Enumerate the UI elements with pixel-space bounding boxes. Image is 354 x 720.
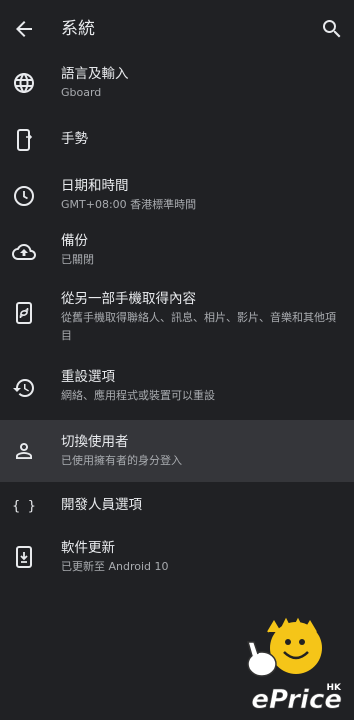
svg-text:ePrice: ePrice: [251, 685, 342, 712]
setting-label: 開發人員選項: [61, 497, 142, 513]
setting-date-time[interactable]: 日期和時間 GMT+08:00 香港標準時間: [0, 166, 354, 222]
setting-text: 重設選項 網絡、應用程式或裝置可以重設: [61, 368, 338, 405]
setting-summary: 從舊手機取得聯絡人、訊息、相片、影片、音樂和其他項目: [61, 311, 336, 342]
setting-label: 重設選項: [61, 369, 115, 385]
setting-text: 從另一部手機取得內容 從舊手機取得聯絡人、訊息、相片、影片、音樂和其他項目: [61, 290, 338, 345]
clock-icon: [12, 184, 36, 208]
setting-text: 開發人員選項: [61, 496, 338, 515]
setting-text: 手勢: [61, 130, 338, 149]
setting-copy-from-phone[interactable]: 從另一部手機取得內容 從舊手機取得聯絡人、訊息、相片、影片、音樂和其他項目: [0, 278, 354, 358]
setting-label: 備份: [61, 233, 88, 249]
setting-summary: 網絡、應用程式或裝置可以重設: [61, 389, 215, 402]
settings-list: 語言及輸入 Gboard 手勢 日期和時間 GMT+08:00 香港標準時間 備…: [0, 52, 354, 588]
person-icon: [12, 439, 36, 463]
setting-text: 軟件更新 已更新至 Android 10: [61, 539, 338, 576]
setting-label: 日期和時間: [61, 178, 129, 194]
setting-text: 切換使用者 已使用擁有者的身分登入: [61, 433, 338, 470]
globe-icon: [12, 71, 36, 95]
arrow-back-icon[interactable]: [12, 17, 36, 41]
setting-summary: 已關閉: [61, 253, 94, 266]
setting-label: 切換使用者: [61, 434, 129, 450]
setting-text: 日期和時間 GMT+08:00 香港標準時間: [61, 177, 338, 214]
app-bar: 系統: [0, 0, 354, 58]
code-braces-icon: { }: [12, 493, 36, 517]
cloud-upload-icon: [12, 240, 36, 264]
setting-text: 備份 已關閉: [61, 232, 338, 269]
setting-languages-input[interactable]: 語言及輸入 Gboard: [0, 52, 354, 114]
setting-reset-options[interactable]: 重設選項 網絡、應用程式或裝置可以重設: [0, 358, 354, 420]
setting-switch-user[interactable]: 切換使用者 已使用擁有者的身分登入: [0, 420, 354, 482]
eprice-watermark-logo: HK ePrice: [238, 612, 348, 712]
setting-backup[interactable]: 備份 已關閉: [0, 222, 354, 278]
setting-label: 語言及輸入: [61, 66, 129, 82]
page-title: 系統: [61, 19, 95, 39]
setting-label: 從另一部手機取得內容: [61, 291, 196, 307]
svg-text:{ }: { }: [12, 499, 35, 514]
phone-transfer-icon: [12, 301, 36, 325]
setting-summary: 已使用擁有者的身分登入: [61, 454, 182, 467]
setting-label: 軟件更新: [61, 540, 115, 556]
setting-software-update[interactable]: 軟件更新 已更新至 Android 10: [0, 528, 354, 588]
setting-label: 手勢: [61, 131, 88, 147]
setting-developer-options[interactable]: { } 開發人員選項: [0, 482, 354, 528]
phone-gesture-icon: [12, 128, 36, 152]
setting-summary: GMT+08:00 香港標準時間: [61, 198, 197, 211]
setting-text: 語言及輸入 Gboard: [61, 65, 338, 102]
setting-gestures[interactable]: 手勢: [0, 114, 354, 166]
search-icon[interactable]: [320, 17, 344, 41]
history-icon: [12, 376, 36, 400]
setting-summary: Gboard: [61, 86, 102, 99]
setting-summary: 已更新至 Android 10: [61, 560, 169, 573]
system-update-icon: [12, 545, 36, 569]
